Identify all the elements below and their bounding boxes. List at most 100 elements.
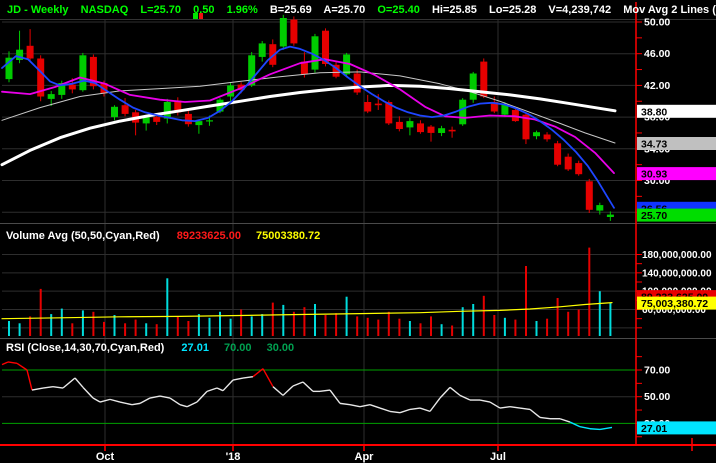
volume-bar bbox=[71, 323, 74, 336]
price-badge-text: 30.93 bbox=[641, 169, 667, 181]
volume-bar bbox=[567, 311, 570, 336]
candlestick-body bbox=[543, 134, 551, 140]
volume-bar bbox=[387, 311, 390, 336]
candlestick-body bbox=[564, 156, 572, 170]
volume-bar bbox=[282, 304, 285, 336]
quote-header: JD - Weekly NASDAQ L=25.70 0.50 1.96% B=… bbox=[7, 4, 716, 16]
candlestick-body bbox=[206, 120, 213, 122]
up-tick-marker-icon bbox=[193, 13, 198, 19]
volume-axis-label: 140,000,000.00 bbox=[642, 268, 712, 279]
candlestick-body bbox=[585, 181, 593, 210]
candlestick-body bbox=[417, 123, 424, 133]
candlestick-body bbox=[258, 43, 266, 57]
candlestick-body bbox=[68, 84, 76, 90]
candlestick-body bbox=[195, 121, 203, 126]
volume-bar bbox=[155, 324, 158, 336]
volume-bar bbox=[556, 298, 559, 336]
rsi-badge-text: 27.01 bbox=[641, 423, 667, 435]
volume-bar bbox=[261, 314, 264, 336]
volume-bar bbox=[451, 325, 454, 336]
candlestick-body bbox=[596, 205, 604, 211]
rsi-value: 27.01 bbox=[181, 342, 209, 354]
volume-bar bbox=[472, 304, 475, 336]
time-axis-label: Apr bbox=[355, 451, 375, 463]
price-axis-label: 50.00 bbox=[644, 17, 670, 29]
volume-bar bbox=[398, 318, 401, 336]
price-badge-text: 38.80 bbox=[641, 106, 667, 118]
volume-bar bbox=[124, 323, 127, 336]
low-price: Lo=25.28 bbox=[488, 4, 537, 16]
volume-bar bbox=[546, 318, 549, 336]
candlestick-body bbox=[533, 132, 540, 137]
volume-indicator-label[interactable]: Volume Avg (50,50,Cyan,Red) bbox=[6, 230, 160, 242]
candlestick-body bbox=[554, 143, 562, 165]
volume-bar bbox=[92, 311, 95, 336]
candlestick-body bbox=[111, 106, 118, 118]
candlestick-body bbox=[26, 45, 34, 59]
volume-bar bbox=[8, 321, 10, 336]
candlestick-body bbox=[290, 19, 298, 44]
rsi-lower-level: 30.00 bbox=[266, 342, 295, 354]
volume-bar bbox=[514, 319, 517, 336]
candlestick-body bbox=[406, 121, 414, 128]
volume-bar bbox=[166, 278, 169, 336]
volume-bar bbox=[250, 316, 253, 336]
volume-bar bbox=[81, 310, 84, 336]
volume-bar bbox=[356, 316, 359, 336]
candlestick-body bbox=[575, 163, 583, 175]
indicator-name-truncated[interactable]: Mov Avg 2 Lines ( ... bbox=[623, 4, 716, 16]
volume-bar bbox=[134, 319, 137, 336]
volume-bar bbox=[314, 304, 316, 336]
volume-bar bbox=[324, 315, 327, 336]
volume-bar bbox=[430, 316, 432, 336]
bid-price: B=25.69 bbox=[269, 4, 312, 16]
volume-bar bbox=[271, 302, 274, 336]
volume-bar bbox=[208, 317, 211, 336]
candlestick-body bbox=[374, 103, 382, 106]
volume-bar bbox=[145, 323, 148, 336]
percent-change: 1.96% bbox=[226, 4, 258, 16]
down-tick-marker-icon bbox=[199, 13, 203, 19]
high-price: Hi=25.85 bbox=[431, 4, 477, 16]
volume-avg2-value: 75003380.72 bbox=[256, 230, 321, 242]
rsi-pane-label: RSI (Close,14,30,70,Cyan,Red) 27.01 70.0… bbox=[6, 342, 294, 354]
volume-bar bbox=[113, 315, 116, 336]
rsi-axis-label: 50.00 bbox=[644, 391, 670, 403]
volume-bar bbox=[29, 316, 32, 336]
volume-value: V=4,239,742 bbox=[548, 4, 612, 16]
symbol-label: JD - Weekly bbox=[7, 4, 69, 16]
price-axis-label: 42.00 bbox=[644, 80, 670, 92]
volume-bar bbox=[482, 295, 485, 336]
volume-bar bbox=[577, 309, 580, 336]
last-price: L=25.70 bbox=[140, 4, 182, 16]
rsi-line-segment bbox=[589, 428, 601, 431]
volume-bar bbox=[39, 288, 42, 336]
volume-bar bbox=[503, 317, 506, 336]
open-price: O=25.40 bbox=[377, 4, 420, 16]
volume-bar bbox=[335, 313, 338, 336]
candlestick-body bbox=[395, 121, 403, 129]
volume-bar bbox=[176, 316, 179, 336]
volume-bar bbox=[187, 321, 190, 336]
volume-avg1-value: 89233625.00 bbox=[176, 230, 241, 242]
volume-bar bbox=[197, 314, 200, 336]
volume-bar bbox=[493, 315, 496, 336]
candlestick-body bbox=[459, 99, 467, 125]
candlestick-body bbox=[47, 94, 55, 99]
volume-bar bbox=[598, 291, 601, 336]
volume-bar bbox=[609, 302, 612, 336]
candlestick-body bbox=[606, 214, 614, 217]
candlestick-body bbox=[438, 128, 446, 133]
volume-bar bbox=[240, 309, 243, 336]
candlestick-body bbox=[121, 105, 129, 114]
rsi-upper-level: 70.00 bbox=[224, 342, 252, 354]
chart-window: 50.0046.0042.0038.0034.0030.0026.00180,0… bbox=[0, 0, 716, 463]
volume-bar bbox=[525, 266, 527, 336]
rsi-axis-label: 70.00 bbox=[644, 365, 670, 377]
ask-price: A=25.70 bbox=[323, 4, 366, 16]
price-axis-label: 46.00 bbox=[644, 48, 670, 60]
volume-bar bbox=[60, 308, 63, 336]
candlestick-body bbox=[427, 126, 435, 133]
candlestick-body bbox=[279, 18, 287, 47]
rsi-indicator-label[interactable]: RSI (Close,14,30,70,Cyan,Red) bbox=[6, 342, 164, 354]
